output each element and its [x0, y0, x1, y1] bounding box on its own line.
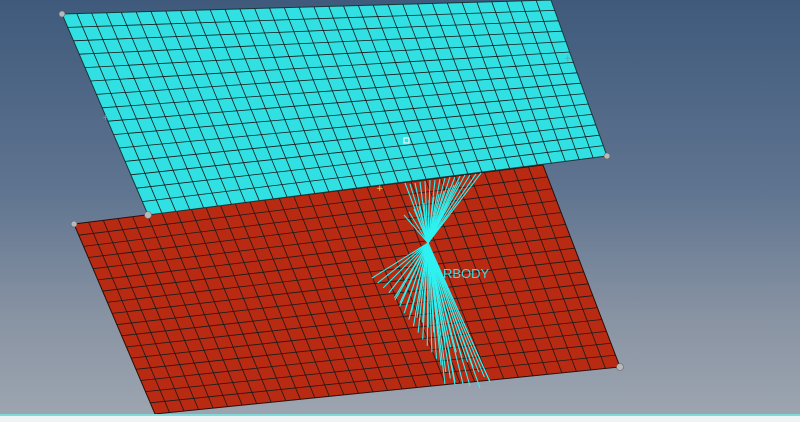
axis-tick-marker: +: [564, 54, 572, 64]
axis-tick-marker: +: [376, 184, 384, 194]
status-bar-strip: [0, 414, 800, 422]
corner-node-marker[interactable]: [616, 363, 624, 371]
model-scene[interactable]: + + + RBODY: [0, 0, 800, 422]
rbody-label: RBODY: [443, 266, 490, 281]
corner-node-marker[interactable]: [144, 211, 152, 219]
rbody-spider-leg: [426, 242, 429, 346]
axis-tick-marker: +: [102, 113, 109, 122]
corner-node-marker[interactable]: [58, 10, 66, 18]
corner-node-marker[interactable]: [70, 220, 78, 228]
corner-node-marker[interactable]: [603, 152, 611, 160]
graphics-viewport[interactable]: + + + RBODY: [0, 0, 800, 422]
